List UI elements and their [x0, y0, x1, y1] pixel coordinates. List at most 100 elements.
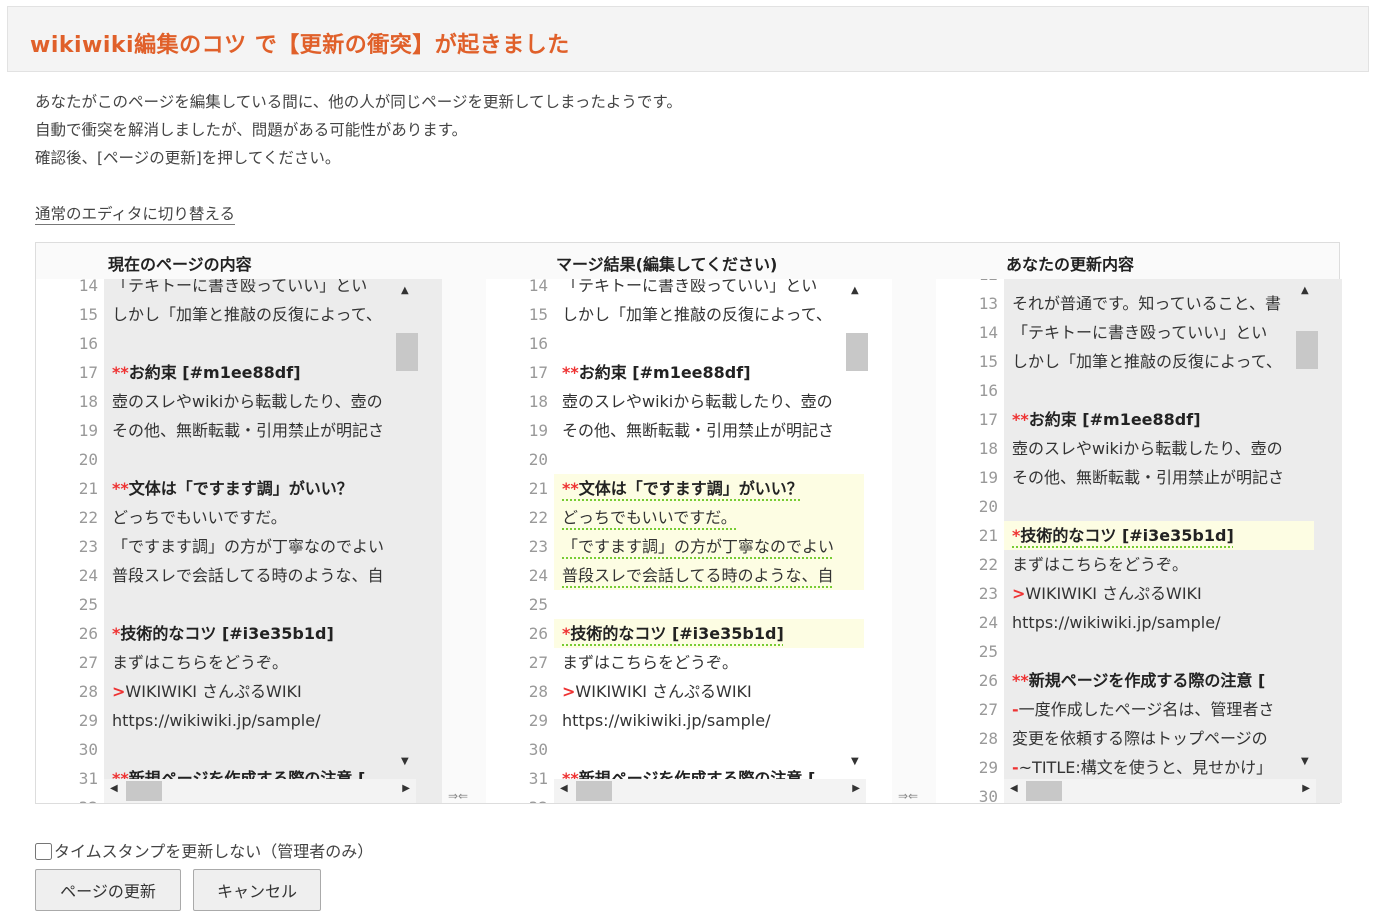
scroll-down-icon[interactable]: ▼ [1301, 756, 1309, 767]
cancel-button[interactable]: キャンセル [193, 869, 321, 911]
line-number: 28 [78, 682, 98, 701]
vertical-scrollbar[interactable]: ▲ ▼ [846, 279, 868, 769]
code-line: 22 まずはこちらをどうぞ。 [936, 550, 1342, 579]
vertical-scrollbar[interactable]: ▲ ▼ [1296, 279, 1318, 769]
line-content: 文体は「ですます調」がいい？ [578, 479, 803, 498]
line-content: 技術的なコツ [#i3e35b1d] [120, 624, 334, 643]
scroll-right-icon[interactable]: ▶ [1302, 783, 1310, 794]
code-line[interactable]: 24 普段スレで会話してる時のような、自 [486, 561, 892, 590]
scroll-right-icon[interactable]: ▶ [852, 783, 860, 794]
markup-symbol: ** [1012, 671, 1029, 690]
code-line: 19 その他、無断転載・引用禁止が明記さ [936, 463, 1342, 492]
horizontal-scrollbar[interactable]: ◀ ▶ [104, 779, 416, 803]
code-line[interactable]: 21 **文体は「ですます調」がいい？ [486, 474, 892, 503]
scroll-left-icon[interactable]: ◀ [1010, 783, 1018, 794]
line-number: 26 [978, 671, 998, 690]
vertical-scrollbar[interactable]: ▲ ▼ [396, 279, 418, 769]
code-line[interactable]: 25 [486, 590, 892, 619]
line-number: 18 [78, 392, 98, 411]
code-line[interactable]: 16 [486, 329, 892, 358]
update-page-button[interactable]: ページの更新 [35, 869, 181, 911]
scroll-left-icon[interactable]: ◀ [110, 783, 118, 794]
scrollbar-thumb[interactable] [126, 781, 162, 801]
code-line: 27 まずはこちらをどうぞ。 [36, 648, 442, 677]
code-line: 27 -一度作成したページ名は、管理者さ [936, 695, 1342, 724]
code-line: 26 **新規ページを作成する際の注意 [ [936, 666, 1342, 695]
merge-result-editor[interactable]: 14 「テキトーに書き殴っていい」とい 15 しかし「加筆と推敲の反復によって、 16 1… [486, 279, 892, 803]
line-content: 「テキトーに書き殴っていい」とい [562, 279, 818, 295]
line-text: どっちでもいいですだ。 [112, 503, 418, 532]
code-line[interactable]: 27 まずはこちらをどうぞ。 [486, 648, 892, 677]
line-number: 31 [78, 769, 98, 788]
line-text: 変更を依頼する際はトップページの [1012, 724, 1318, 753]
markup-symbol: > [112, 682, 126, 701]
code-line[interactable]: 14 「テキトーに書き殴っていい」とい [486, 279, 892, 300]
scroll-down-icon[interactable]: ▼ [401, 756, 409, 767]
line-text: 壺のスレやwikiから転載したり、壺の [1012, 434, 1318, 463]
line-number: 21 [528, 479, 548, 498]
code-line: 21 **文体は「ですます調」がいい？ [36, 474, 442, 503]
line-text: しかし「加筆と推敲の反復によって、 [112, 300, 418, 329]
code-line: 16 [36, 329, 442, 358]
line-text: 「テキトーに書き殴っていい」とい [1012, 318, 1318, 347]
line-content: 新規ページを作成する際の注意 [ [1028, 671, 1266, 690]
line-number: 14 [978, 323, 998, 342]
timestamp-option[interactable]: タイムスタンプを更新しない（管理者のみ） [35, 838, 373, 862]
line-content: 技術的なコツ [#i3e35b1d] [570, 624, 784, 643]
scrollbar-thumb[interactable] [846, 333, 868, 371]
line-content: ~TITLE:構文を使うと、見せかけ」 [1018, 758, 1273, 777]
code-line: 23 「ですます調」の方が丁寧なのでよい [36, 532, 442, 561]
code-line[interactable]: 18 壺のスレやwikiから転載したり、壺の [486, 387, 892, 416]
code-line: 20 [936, 492, 1342, 521]
line-number: 17 [978, 410, 998, 429]
column-header-merged: マージ結果(編集してください) [556, 255, 778, 274]
line-text: 普段スレで会話してる時のような、自 [112, 561, 418, 590]
line-number: 24 [978, 613, 998, 632]
horizontal-scrollbar[interactable]: ◀ ▶ [1004, 779, 1316, 803]
code-line: 29 -~TITLE:構文を使うと、見せかけ」 [936, 753, 1342, 782]
line-content: WIKIWIKI さんぷるWIKI [1025, 584, 1202, 603]
code-line[interactable]: 29 https://wikiwiki.jp/sample/ [486, 706, 892, 735]
line-text: https://wikiwiki.jp/sample/ [1012, 608, 1318, 637]
merge-arrows-icon[interactable]: ⇒⇐ [898, 789, 918, 803]
line-text: しかし「加筆と推敲の反復によって、 [562, 300, 868, 329]
code-lines[interactable]: 14 「テキトーに書き殴っていい」とい 15 しかし「加筆と推敲の反復によって、 16 1… [486, 279, 892, 803]
code-line[interactable]: 26 *技術的なコツ [#i3e35b1d] [486, 619, 892, 648]
line-content: まずはこちらをどうぞ。 [112, 653, 289, 672]
line-text: その他、無断転載・引用禁止が明記さ [562, 416, 868, 445]
code-line[interactable]: 30 [486, 735, 892, 764]
line-text: 壺のスレやwikiから転載したり、壺の [562, 387, 868, 416]
line-number: 32 [486, 793, 548, 803]
line-text: **お約束 [#m1ee88df] [1012, 405, 1318, 434]
merge-arrows-icon[interactable]: ⇒⇐ [448, 789, 468, 803]
code-line[interactable]: 28 >WIKIWIKI さんぷるWIKI [486, 677, 892, 706]
code-line[interactable]: 22 どっちでもいいですだ。 [486, 503, 892, 532]
scroll-left-icon[interactable]: ◀ [560, 783, 568, 794]
line-content: しかし「加筆と推敲の反復によって、 [562, 305, 832, 324]
line-number: 15 [78, 305, 98, 324]
horizontal-scrollbar[interactable]: ◀ ▶ [554, 779, 866, 803]
code-line[interactable]: 17 **お約束 [#m1ee88df] [486, 358, 892, 387]
line-number: 23 [528, 537, 548, 556]
switch-editor-link[interactable]: 通常のエディタに切り替える [35, 204, 235, 225]
scroll-down-icon[interactable]: ▼ [851, 756, 859, 767]
code-line[interactable]: 19 その他、無断転載・引用禁止が明記さ [486, 416, 892, 445]
scrollbar-thumb[interactable] [1026, 781, 1062, 801]
scroll-right-icon[interactable]: ▶ [402, 783, 410, 794]
scrollbar-thumb[interactable] [576, 781, 612, 801]
scroll-up-icon[interactable]: ▲ [1301, 285, 1309, 296]
line-number: 23 [78, 537, 98, 556]
no-timestamp-checkbox[interactable] [35, 843, 52, 860]
line-text: -~TITLE:構文を使うと、見せかけ」 [1012, 753, 1318, 782]
line-number: 26 [528, 624, 548, 643]
scrollbar-thumb[interactable] [396, 333, 418, 371]
scroll-up-icon[interactable]: ▲ [851, 285, 859, 296]
scrollbar-thumb[interactable] [1296, 331, 1318, 369]
scroll-up-icon[interactable]: ▲ [401, 285, 409, 296]
line-content: https://wikiwiki.jp/sample/ [1012, 613, 1221, 632]
line-number: 26 [78, 624, 98, 643]
markup-symbol: > [562, 682, 576, 701]
code-line[interactable]: 15 しかし「加筆と推敲の反復によって、 [486, 300, 892, 329]
code-line[interactable]: 23 「ですます調」の方が丁寧なのでよい [486, 532, 892, 561]
code-line[interactable]: 20 [486, 445, 892, 474]
